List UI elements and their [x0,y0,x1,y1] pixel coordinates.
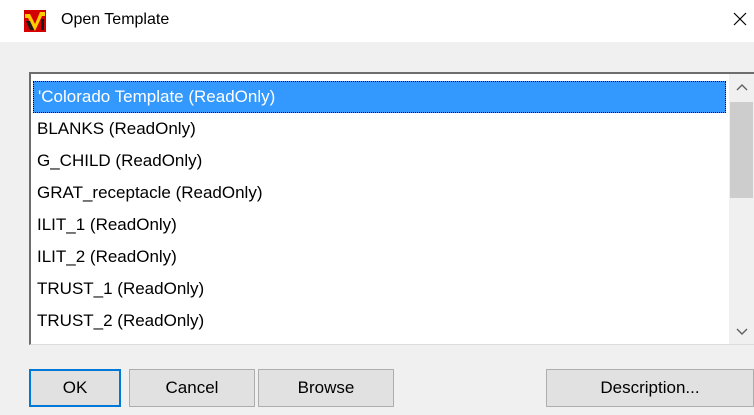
browse-button[interactable]: Browse [258,369,394,407]
cancel-button[interactable]: Cancel [129,369,255,407]
app-logo-icon [24,10,46,32]
close-button[interactable] [726,0,754,42]
chevron-up-icon[interactable] [736,78,748,96]
list-item[interactable]: GRAT_receptacle (ReadOnly) [33,177,726,209]
list-item[interactable]: TRUST_1 (ReadOnly) [33,273,726,305]
list-item[interactable]: ILIT_2 (ReadOnly) [33,241,726,273]
template-listbox[interactable]: 'Colorado Template (ReadOnly) BLANKS (Re… [29,72,754,345]
scroll-up-button[interactable] [729,74,754,100]
list-item[interactable]: 'Colorado Template (ReadOnly) [33,81,726,113]
scroll-thumb[interactable] [730,102,753,198]
scroll-down-button[interactable] [729,319,754,344]
list-item[interactable]: TRUST_2 (ReadOnly) [33,305,726,337]
ok-button[interactable]: OK [29,369,121,407]
dialog-title: Open Template [61,11,170,28]
description-button[interactable]: Description... [546,369,754,407]
template-list: 'Colorado Template (ReadOnly) BLANKS (Re… [33,81,726,337]
list-item[interactable]: BLANKS (ReadOnly) [33,113,726,145]
vertical-scrollbar[interactable] [729,74,754,344]
list-item[interactable]: ILIT_1 (ReadOnly) [33,209,726,241]
list-item[interactable]: G_CHILD (ReadOnly) [33,145,726,177]
chevron-down-icon[interactable] [736,323,748,341]
open-template-dialog: Open Template 'Colorado Template (ReadOn… [0,0,754,415]
close-icon[interactable] [733,12,747,31]
title-bar: Open Template [0,0,754,42]
